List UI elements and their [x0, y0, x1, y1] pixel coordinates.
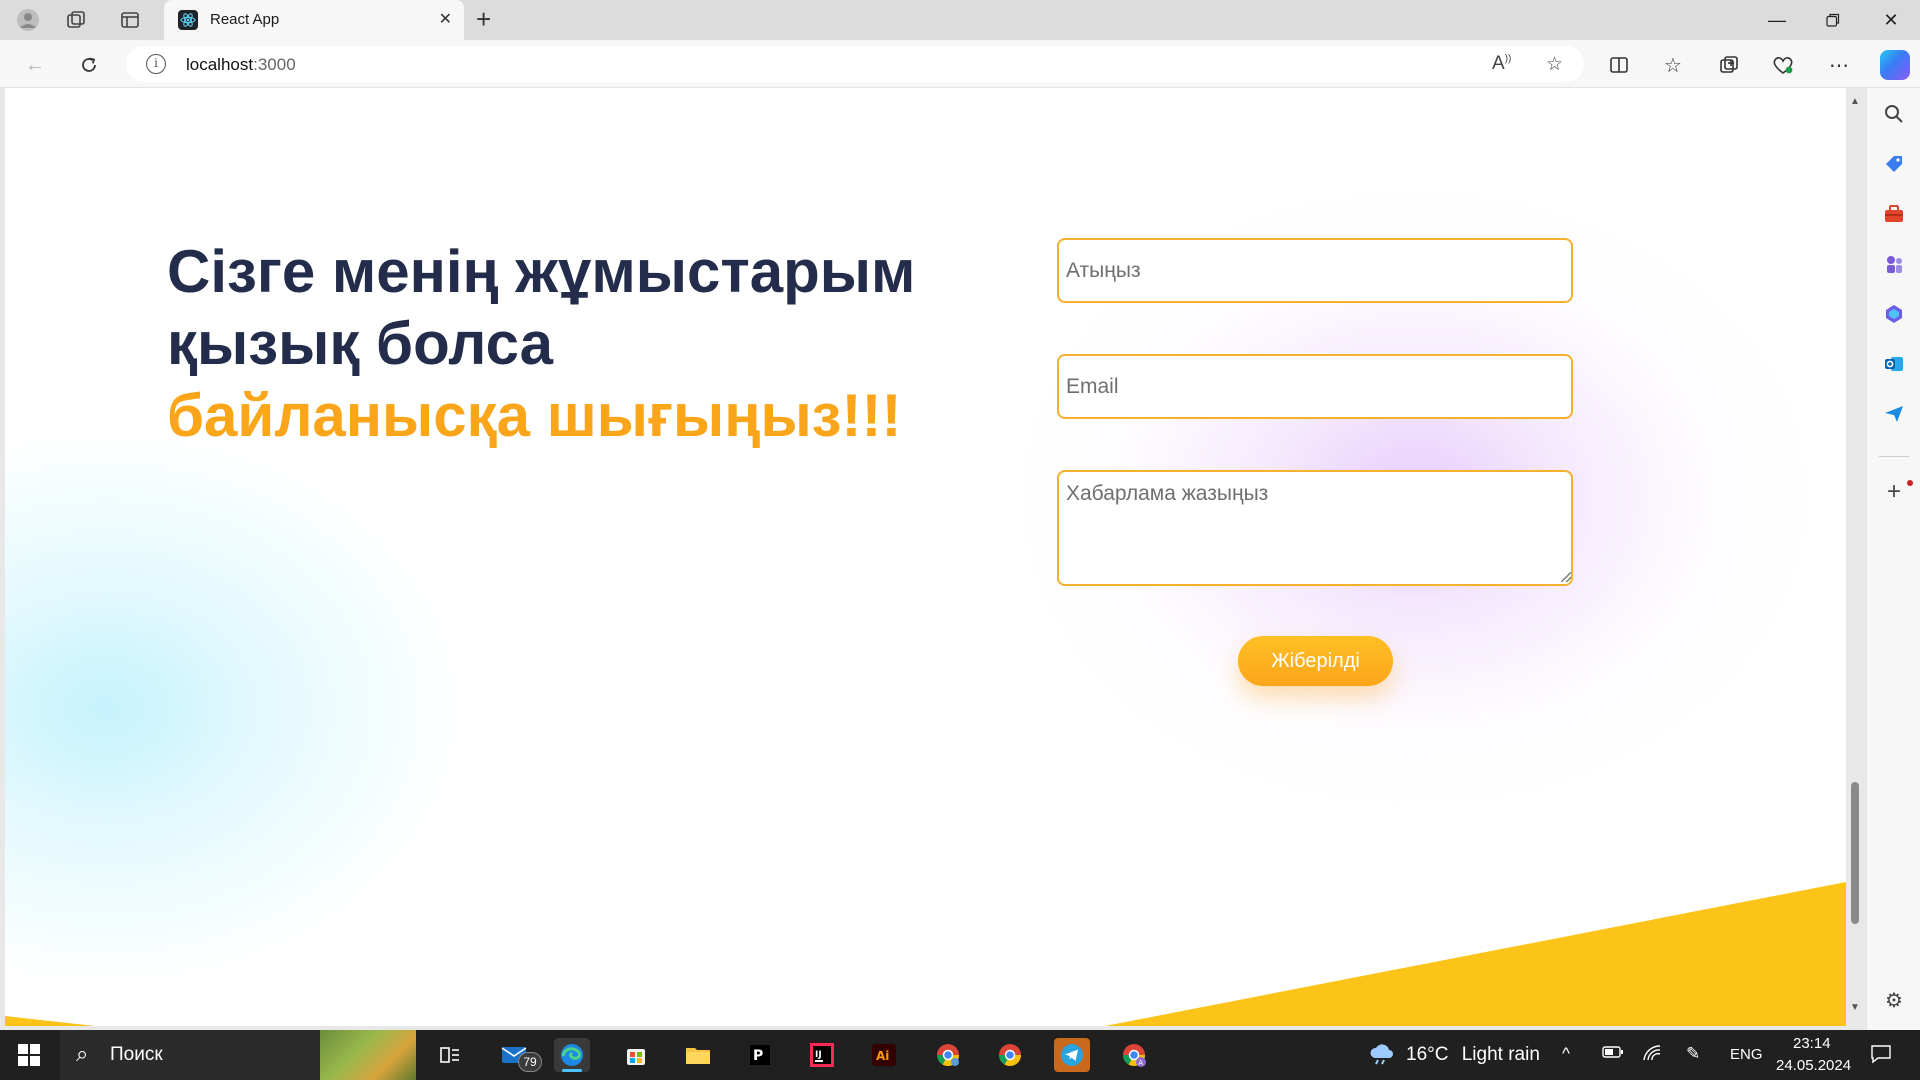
scroll-up-icon[interactable]: ▲ [1849, 96, 1861, 108]
minimize-icon[interactable]: — [1750, 4, 1804, 36]
browser-tab-bar: React App ✕ + — ✕ [0, 0, 1920, 40]
vertical-tabs-icon[interactable] [116, 6, 144, 34]
mail-badge: 79 [518, 1052, 542, 1072]
restore-icon[interactable] [1806, 4, 1860, 36]
notification-dot [1907, 480, 1913, 486]
submit-button[interactable]: Жіберілді [1238, 636, 1393, 686]
back-icon[interactable]: ← [20, 50, 50, 80]
add-icon[interactable]: + [1880, 478, 1908, 506]
svg-text:P: P [753, 1048, 763, 1064]
split-screen-icon[interactable] [1604, 50, 1634, 80]
telegram-icon[interactable] [1054, 1038, 1090, 1072]
microsoft-store-icon[interactable] [618, 1038, 654, 1072]
scrollbar-thumb[interactable] [1851, 782, 1859, 924]
search-icon[interactable] [1880, 100, 1908, 128]
url-text: localhost:3000 [186, 55, 296, 74]
search-highlight-image [320, 1030, 416, 1080]
shopping-tag-icon[interactable] [1880, 150, 1908, 178]
chrome-profile-icon[interactable] [930, 1038, 966, 1072]
wifi-icon[interactable] [1642, 1044, 1662, 1067]
pycharm-like-icon[interactable]: P [742, 1038, 778, 1072]
file-explorer-icon[interactable] [680, 1038, 716, 1072]
notifications-icon[interactable] [1870, 1044, 1892, 1069]
profile-icon[interactable] [14, 6, 42, 34]
svg-text:A: A [1138, 1059, 1143, 1067]
name-input[interactable] [1057, 238, 1573, 303]
contact-heading: Сізге менің жұмыстарым қызық болса байла… [167, 236, 1007, 452]
clock-time[interactable]: 23:14 [1793, 1035, 1831, 1052]
favorite-star-icon[interactable]: ☆ [1546, 53, 1563, 76]
taskbar-search[interactable]: ⌕ Поиск [60, 1030, 320, 1080]
navigation-bar: ← i localhost:3000 A)) ☆ ☆ ⋯ [0, 40, 1920, 88]
clock-date[interactable]: 24.05.2024 [1776, 1057, 1851, 1074]
edge-sidebar: + ⚙ [1866, 88, 1920, 1030]
active-tab[interactable]: React App ✕ [164, 0, 464, 40]
weather-desc: Light rain [1461, 1044, 1540, 1065]
resize-grip-icon[interactable] [1561, 572, 1571, 582]
close-tab-icon[interactable]: ✕ [439, 9, 452, 29]
windows-start-icon[interactable] [18, 1044, 40, 1066]
chrome-profile-a-icon[interactable]: A [1116, 1038, 1152, 1072]
windows-taskbar: ⌕ Поиск 79 P IJ Ai A 16°C Light rain ^ ✎… [0, 1030, 1920, 1080]
outlook-icon[interactable] [1880, 350, 1908, 378]
new-tab-icon[interactable]: + [476, 4, 491, 35]
active-app-indicator [562, 1069, 582, 1072]
weather-temp: 16°C [1406, 1044, 1449, 1065]
battery-icon[interactable] [1602, 1044, 1624, 1064]
collections-icon[interactable] [1714, 50, 1744, 80]
workspaces-icon[interactable] [62, 6, 90, 34]
edge-browser-icon[interactable] [554, 1038, 590, 1072]
weather-widget[interactable]: 16°C Light rain [1406, 1044, 1540, 1066]
site-info-icon[interactable]: i [146, 54, 166, 74]
games-icon[interactable] [1880, 250, 1908, 278]
pen-icon[interactable]: ✎ [1686, 1044, 1700, 1064]
tab-title: React App [210, 11, 280, 28]
task-view-icon[interactable] [432, 1038, 468, 1072]
tools-icon[interactable] [1880, 200, 1908, 228]
intellij-icon[interactable]: IJ [804, 1038, 840, 1072]
message-textarea[interactable] [1057, 470, 1573, 586]
react-icon [178, 10, 198, 30]
scroll-down-icon[interactable]: ▼ [1849, 1002, 1861, 1014]
cloud-rain-icon[interactable] [1368, 1042, 1396, 1072]
address-bar[interactable]: i localhost:3000 A)) ☆ [126, 46, 1584, 82]
favorites-icon[interactable]: ☆ [1658, 50, 1688, 80]
illustrator-icon[interactable]: Ai [866, 1038, 902, 1072]
refresh-icon[interactable] [74, 50, 104, 80]
microsoft365-icon[interactable] [1880, 300, 1908, 328]
browser-essentials-icon[interactable] [1768, 50, 1798, 80]
settings-gear-icon[interactable]: ⚙ [1880, 986, 1908, 1014]
search-label: Поиск [110, 1044, 163, 1065]
heading-text: Сізге менің жұмыстарым қызық болса [167, 238, 916, 377]
copilot-icon[interactable] [1880, 50, 1910, 80]
search-icon: ⌕ [76, 1041, 89, 1066]
page-viewport: Сізге менің жұмыстарым қызық болса байла… [5, 88, 1846, 1026]
email-input[interactable] [1057, 354, 1573, 419]
more-options-icon[interactable]: ⋯ [1824, 50, 1854, 80]
sidebar-divider [1879, 456, 1909, 457]
svg-text:Ai: Ai [876, 1049, 889, 1063]
chrome-icon[interactable] [992, 1038, 1028, 1072]
svg-text:IJ: IJ [815, 1050, 822, 1060]
heading-accent-text: байланысқа шығыңыз!!! [167, 382, 902, 449]
close-window-icon[interactable]: ✕ [1864, 4, 1918, 36]
read-aloud-icon[interactable]: A)) [1492, 53, 1511, 75]
language-indicator[interactable]: ENG [1730, 1046, 1763, 1063]
send-icon[interactable] [1880, 400, 1908, 428]
chevron-up-icon[interactable]: ^ [1562, 1044, 1570, 1064]
